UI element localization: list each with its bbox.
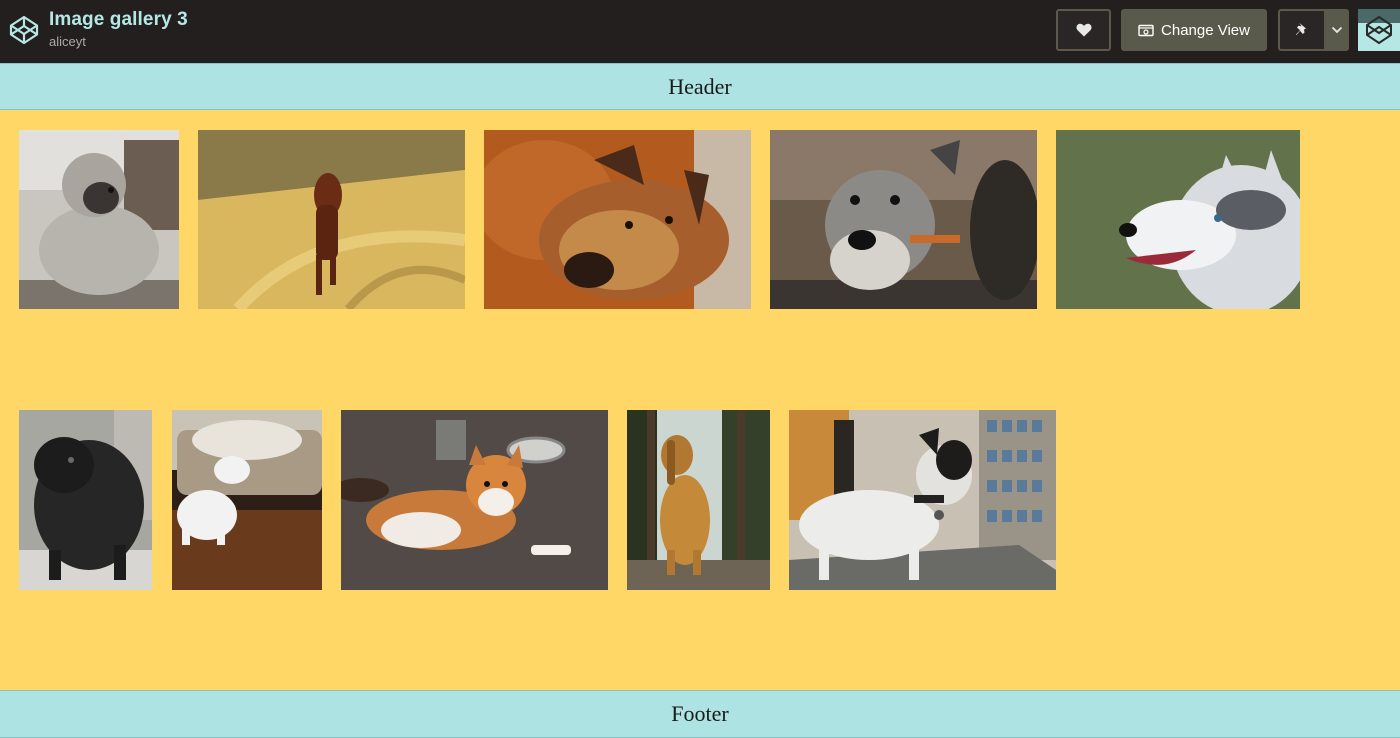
- heart-button[interactable]: [1056, 9, 1111, 51]
- heart-icon: [1076, 23, 1091, 37]
- gallery-image-running-dog[interactable]: [198, 130, 465, 309]
- pin-button[interactable]: [1278, 9, 1326, 51]
- author-name[interactable]: aliceyt: [49, 34, 86, 49]
- page-footer: Footer: [0, 690, 1400, 738]
- pin-icon: [1296, 23, 1306, 35]
- gallery-image-schnauzer[interactable]: [770, 130, 1037, 309]
- gallery-image-white-dog-couch[interactable]: [172, 410, 322, 590]
- chevron-down-icon: [1331, 26, 1343, 34]
- gallery-image-husky[interactable]: [1056, 130, 1300, 309]
- pen-title[interactable]: Image gallery 3: [49, 9, 188, 31]
- gallery-image-jack-russell[interactable]: [789, 410, 1056, 590]
- gallery-image-shiba-inu[interactable]: [341, 410, 608, 590]
- user-avatar[interactable]: [1358, 9, 1400, 51]
- change-view-icon: [1138, 24, 1154, 36]
- change-view-button[interactable]: Change View: [1121, 9, 1267, 51]
- top-bar: Image gallery 3 aliceyt Change View: [0, 0, 1400, 63]
- change-view-label: Change View: [1161, 21, 1250, 39]
- page-header: Header: [0, 63, 1400, 110]
- gallery-image-poodle[interactable]: [19, 130, 179, 309]
- codepen-logo-icon[interactable]: [8, 14, 40, 46]
- gallery-image-black-dog[interactable]: [19, 410, 152, 590]
- pin-dropdown-button[interactable]: [1325, 9, 1349, 51]
- gallery-image-bloodhound[interactable]: [627, 410, 770, 590]
- gallery-image-resting-dog[interactable]: [484, 130, 751, 309]
